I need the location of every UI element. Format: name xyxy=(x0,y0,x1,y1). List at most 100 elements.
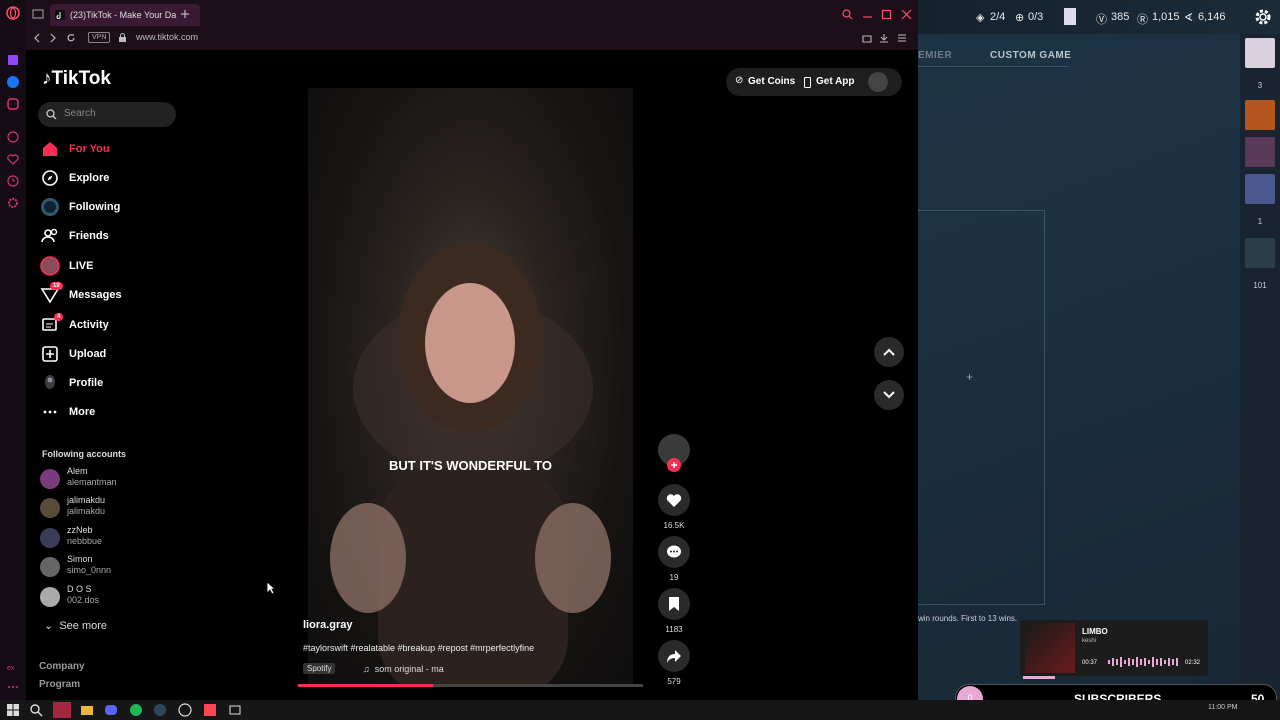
nav-explore[interactable]: Explore xyxy=(40,168,190,190)
nav-friends[interactable]: Friends xyxy=(40,226,190,248)
track-elapsed: 00:37 xyxy=(1082,660,1098,666)
tiktok-favicon-icon xyxy=(55,10,65,20)
track-duration: 02:32 xyxy=(1185,660,1201,666)
search-icon[interactable] xyxy=(29,703,43,717)
tab-custom-game[interactable]: CUSTOM GAME xyxy=(990,50,1071,61)
spotify-tag[interactable]: Spotify xyxy=(303,663,336,674)
close-window-icon[interactable] xyxy=(901,9,912,20)
account-item[interactable]: zzNeb nebbbue xyxy=(40,525,190,551)
extensions-icon[interactable]: ex xyxy=(6,660,20,674)
account-handle: alemantman xyxy=(67,477,117,487)
account-item[interactable]: Simon simo_0nnn xyxy=(40,554,190,580)
tab-bar: (23)TikTok - Make Your Da xyxy=(26,0,918,28)
share-count: 579 xyxy=(667,677,681,686)
messenger-icon[interactable] xyxy=(6,75,20,89)
account-item[interactable]: D O S 002.dos xyxy=(40,584,190,610)
tab-premier[interactable]: EMIER xyxy=(918,50,952,61)
nav-activity[interactable]: 4 Activity xyxy=(40,313,190,337)
share-icon xyxy=(667,650,681,663)
search-tabs-icon[interactable] xyxy=(842,9,853,20)
nav-upload[interactable]: Upload xyxy=(40,344,190,366)
tiktok-note-icon: ♪ xyxy=(42,68,52,89)
friend-group-count: 3 xyxy=(1257,81,1263,90)
previous-video-button[interactable] xyxy=(874,337,904,367)
account-item[interactable]: jalimakdu jalimakdu xyxy=(40,495,190,521)
nav-label: Explore xyxy=(69,172,110,184)
compass-icon xyxy=(42,170,58,186)
nav-label: More xyxy=(69,406,96,418)
nav-messages[interactable]: 19 Messages xyxy=(40,282,190,307)
video-author[interactable]: liora.gray xyxy=(303,619,353,631)
friends-icon xyxy=(41,228,58,243)
share-button[interactable] xyxy=(658,640,690,672)
footer-company-link[interactable]: Company xyxy=(39,661,85,672)
comment-button[interactable] xyxy=(658,536,690,568)
get-coins-button[interactable]: Get Coins xyxy=(748,76,795,87)
history-icon[interactable] xyxy=(6,174,20,188)
spotify-icon[interactable] xyxy=(129,703,143,717)
video-frame-person xyxy=(330,243,611,686)
opera-logo-icon[interactable] xyxy=(6,6,20,20)
maximize-icon[interactable] xyxy=(881,9,892,20)
card-icon[interactable] xyxy=(1064,8,1076,25)
user-avatar[interactable] xyxy=(868,72,888,92)
nav-more[interactable]: More xyxy=(40,402,190,424)
file-explorer-icon[interactable] xyxy=(80,703,94,717)
video-player[interactable] xyxy=(308,88,633,686)
stat-diamond-icon: ◈ xyxy=(976,12,985,24)
minimize-icon[interactable] xyxy=(862,9,873,20)
footer-program-link[interactable]: Program xyxy=(39,679,80,690)
vpn-badge[interactable]: VPN xyxy=(88,32,111,43)
nav-for-you[interactable]: For You xyxy=(40,139,190,161)
easy-setup-icon[interactable] xyxy=(897,33,907,43)
friend-avatar[interactable] xyxy=(1245,38,1275,68)
nav-following[interactable]: Following xyxy=(40,197,190,219)
friend-avatar[interactable] xyxy=(1245,100,1275,130)
opera-taskbar-icon[interactable] xyxy=(53,702,71,718)
back-icon[interactable] xyxy=(32,33,42,43)
windows-start-icon[interactable] xyxy=(6,703,20,717)
app-icon[interactable] xyxy=(228,703,242,717)
crosshair-icon: + xyxy=(966,370,974,384)
taskbar-clock: 11:00 PM xyxy=(1208,704,1238,711)
speed-dial-icon[interactable] xyxy=(6,130,20,144)
follow-plus-icon[interactable] xyxy=(667,458,681,472)
url-field[interactable]: www.tiktok.com xyxy=(136,32,198,42)
reload-icon[interactable] xyxy=(66,33,76,43)
instagram-icon[interactable] xyxy=(6,97,20,111)
nav-live[interactable]: LIVE xyxy=(40,256,190,278)
tiktok-logo[interactable]: ♪TikTok xyxy=(42,68,111,90)
search-icon xyxy=(46,109,57,120)
sound-link[interactable]: ♫ som original - ma xyxy=(363,664,444,674)
new-tab-icon[interactable] xyxy=(180,9,190,19)
see-more-link[interactable]: ⌄ See more xyxy=(44,619,107,632)
settings-icon[interactable] xyxy=(6,196,20,210)
track-title: LIMBO xyxy=(1082,627,1108,636)
discord-icon[interactable] xyxy=(104,703,118,717)
search-input[interactable]: Search xyxy=(38,102,176,127)
album-art xyxy=(1025,623,1075,673)
get-app-button[interactable]: Get App xyxy=(816,76,855,87)
video-progress-bar[interactable] xyxy=(298,684,643,687)
more-dots-icon[interactable] xyxy=(6,680,20,694)
tab-tiktok[interactable]: (23)TikTok - Make Your Da xyxy=(50,4,200,26)
heart-icon[interactable] xyxy=(6,152,20,166)
friend-avatar[interactable] xyxy=(1245,137,1275,167)
snapshot-icon[interactable] xyxy=(862,33,872,43)
twitch-icon[interactable] xyxy=(6,53,20,67)
search-placeholder: Search xyxy=(64,108,96,119)
friend-avatar[interactable] xyxy=(1245,238,1275,268)
tab-manager-icon[interactable] xyxy=(32,8,44,20)
valorant-icon[interactable] xyxy=(203,703,217,717)
bookmark-button[interactable] xyxy=(658,588,690,620)
forward-icon[interactable] xyxy=(48,33,58,43)
nav-profile[interactable]: Profile xyxy=(40,373,190,395)
download-icon[interactable] xyxy=(879,33,889,43)
next-video-button[interactable] xyxy=(874,380,904,410)
obs-icon[interactable] xyxy=(178,703,192,717)
settings-gear-icon[interactable] xyxy=(1253,7,1273,27)
account-item[interactable]: Alem alemantman xyxy=(40,466,190,492)
like-button[interactable] xyxy=(658,484,690,516)
friend-avatar[interactable] xyxy=(1245,174,1275,204)
steam-icon[interactable] xyxy=(153,703,167,717)
